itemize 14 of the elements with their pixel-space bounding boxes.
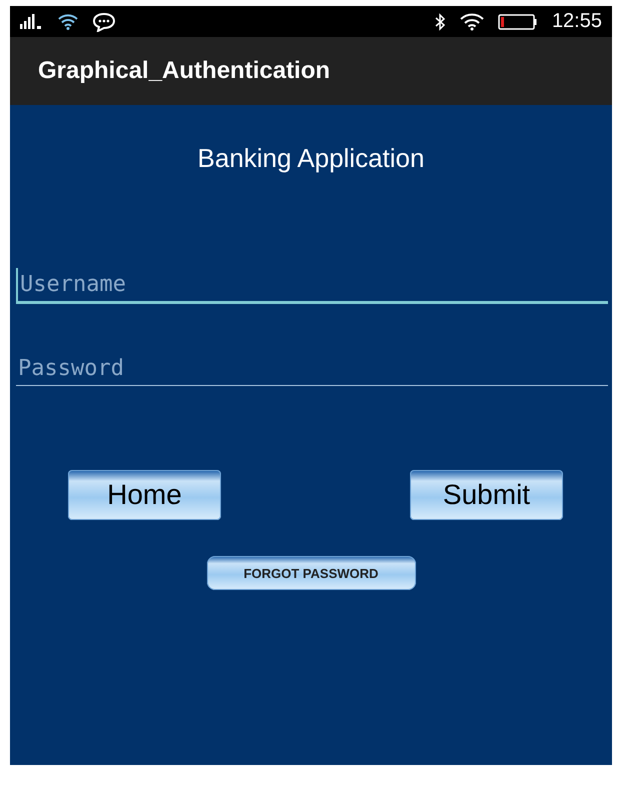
bluetooth-icon [434,12,446,30]
forgot-password-button[interactable]: FORGOT PASSWORD [206,556,416,590]
input-field[interactable]: Password [16,352,608,386]
app-title: Graphical_Authentication [38,57,330,85]
nav-button[interactable]: Submit [410,470,563,520]
page-heading: Banking Application [198,143,424,174]
nav-button[interactable]: Home [68,470,221,520]
chat-bubble-icon [92,12,116,32]
signal-icon [20,14,44,30]
battery-icon [498,14,538,30]
wifi-icon [58,14,78,30]
input-field[interactable]: Username [16,268,608,304]
wifi-icon [460,12,484,30]
clock-time: 12:55 [552,10,602,33]
